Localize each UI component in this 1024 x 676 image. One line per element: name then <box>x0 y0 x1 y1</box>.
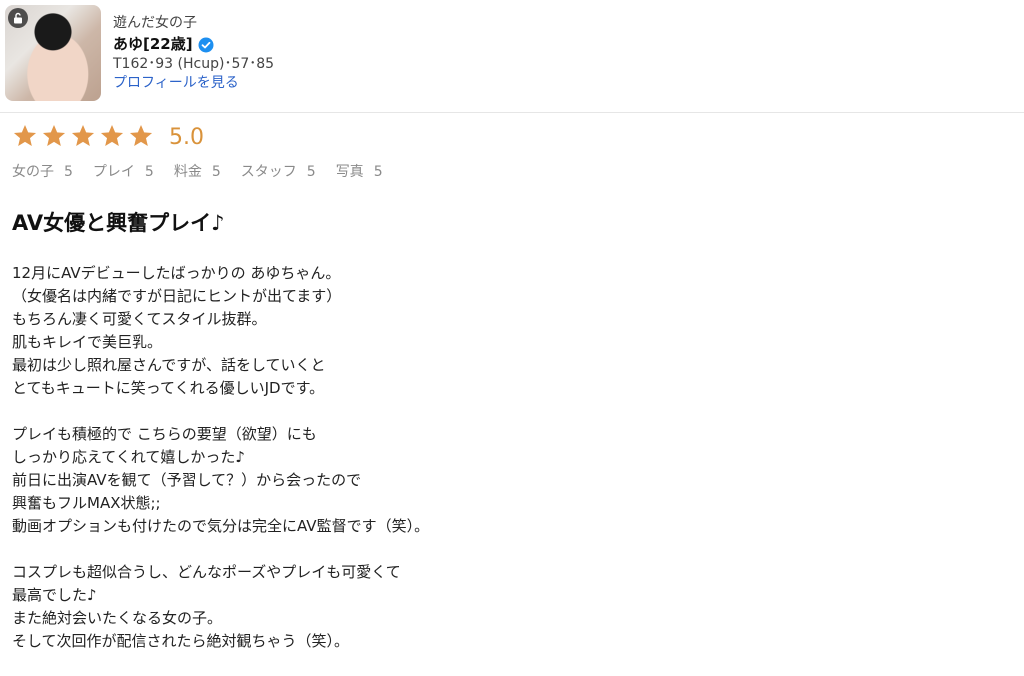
star-icon <box>41 123 67 149</box>
star-icon <box>12 123 38 149</box>
review-paragraph: コスプレも超似合うし、どんなポーズやプレイも可愛くて 最高でした♪ また絶対会いたく… <box>12 561 429 653</box>
sub-rating: スタッフ 5 <box>241 161 316 181</box>
review-line: 興奮もフルMAX状態;; <box>12 494 161 512</box>
star-icon <box>128 123 154 149</box>
star-icon <box>70 123 96 149</box>
review-paragraph: プレイも積極的で こちらの要望（欲望）にも しっかり応えてくれて嬉しかった♪ 前日に… <box>12 423 429 538</box>
view-profile-link[interactable]: プロフィールを見る <box>113 74 274 93</box>
sub-rating: 写真 5 <box>336 161 383 181</box>
review-line: 前日に出演AVを観て（予習して？）から会ったので <box>12 471 362 489</box>
review-line: コスプレも超似合うし、どんなポーズやプレイも可愛くて <box>12 563 401 581</box>
review-title: AV女優と興奮プレイ♪ <box>12 211 225 235</box>
sub-rating-label: 写真 <box>335 164 364 180</box>
sub-rating-label: プレイ <box>92 164 135 180</box>
sub-rating-value: 5 <box>211 164 221 180</box>
review-paragraph: 12月にAVデビューしたばっかりの あゆちゃん。 （女優名は内緒ですが日記にヒント… <box>12 262 429 400</box>
sub-rating: 女の子 5 <box>12 161 73 181</box>
star-icon <box>99 123 125 149</box>
review-line: 12月にAVデビューしたばっかりの あゆちゃん。 <box>12 264 341 282</box>
review-line: 動画オプションも付けたので気分は完全にAV監督です（笑）。 <box>12 517 430 535</box>
review-line: しっかり応えてくれて嬉しかった♪ <box>12 448 245 466</box>
cast-header: 遊んだ女の子 あゆ[22歳] T162･93 (Hcup)･57･85 プロフィ… <box>0 0 1024 113</box>
sub-ratings: 女の子 5 プレイ 5 料金 5 スタッフ 5 写真 5 <box>12 161 403 181</box>
review-line: もちろん凄く可愛くてスタイル抜群。 <box>12 310 267 328</box>
sub-rating-value: 5 <box>144 164 154 180</box>
rating-score: 5.0 <box>169 125 204 150</box>
review-line: プレイも積極的で こちらの要望（欲望）にも <box>12 425 317 443</box>
review-line: 最初は少し照れ屋さんですが、話をしていくと <box>12 356 326 374</box>
unlock-icon <box>8 8 28 28</box>
review-line: また絶対会いたくなる女の子。 <box>12 609 223 627</box>
review-line: とてもキュートに笑ってくれる優しいJDです。 <box>12 379 325 397</box>
overall-rating: 5.0 <box>12 123 204 153</box>
verified-badge-icon <box>198 37 214 53</box>
sub-rating-value: 5 <box>306 164 316 180</box>
review-line: そして次回作が配信されたら絶対観ちゃう（笑）。 <box>12 632 350 650</box>
cast-avatar[interactable] <box>5 5 101 101</box>
sub-rating-label: スタッフ <box>240 164 297 180</box>
cast-name: あゆ[22歳] <box>113 35 193 53</box>
sub-rating-value: 5 <box>373 164 383 180</box>
star-rating <box>12 123 157 153</box>
review-body: 12月にAVデビューしたばっかりの あゆちゃん。 （女優名は内緒ですが日記にヒント… <box>12 262 429 676</box>
sub-rating-label: 料金 <box>173 164 202 180</box>
review-line: （女優名は内緒ですが日記にヒントが出てます） <box>12 287 342 305</box>
sub-rating-value: 5 <box>64 164 73 180</box>
sub-rating: プレイ 5 <box>93 161 154 181</box>
review-line: 最高でした♪ <box>12 586 97 604</box>
sub-rating-label: 女の子 <box>12 164 54 180</box>
sub-rating: 料金 5 <box>174 161 221 181</box>
shop-label: 遊んだ女の子 <box>113 15 197 31</box>
cast-meta: 遊んだ女の子 あゆ[22歳] T162･93 (Hcup)･57･85 プロフィ… <box>113 14 274 93</box>
cast-stats: T162･93 (Hcup)･57･85 <box>113 56 275 72</box>
review-line: 肌もキレイで美巨乳。 <box>12 333 163 351</box>
